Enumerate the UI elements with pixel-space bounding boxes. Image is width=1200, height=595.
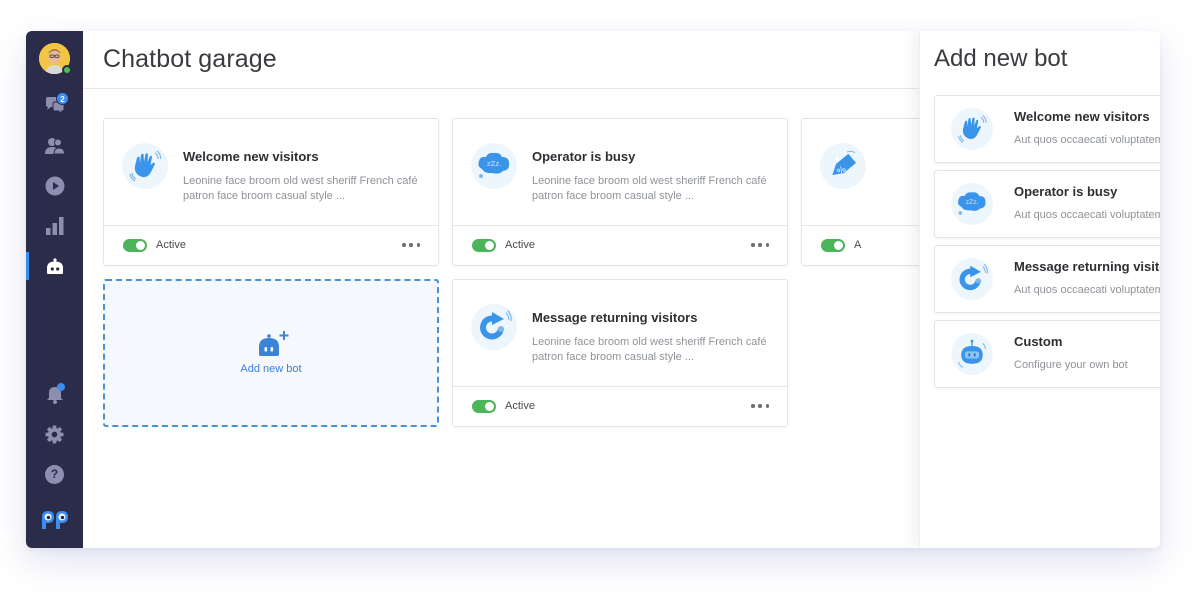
add-bot-icon [256,330,292,363]
option-operator-is-busy[interactable]: zZz. Operator is busy Aut quos occaecati… [934,170,1160,238]
card-footer: Active [453,387,787,427]
sleeping-cloud-icon: zZz. [951,183,993,225]
option-title: Custom [1014,334,1063,349]
bot-card-returning[interactable]: Message returning visitors Leonine face … [452,279,788,427]
add-new-bot-label: Add new bot [240,363,302,375]
sidebar-item-visitors[interactable] [26,130,83,162]
bot-description: Leonine face broom old west sheriff Fren… [183,175,418,202]
main-content: Chatbot garage Welcome new visitors Leon… [83,31,1160,548]
panel-title: Add new bot [934,45,1068,72]
option-title: Welcome new visitors [1014,109,1150,124]
play-icon [45,176,65,196]
bot-icon [45,257,65,275]
sidebar-item-notifications[interactable] [26,378,83,410]
bot-description: Leonine face broom old west sheriff Fren… [532,336,767,363]
user-avatar[interactable] [39,43,72,75]
add-new-bot-card[interactable]: Add new bot [103,279,439,427]
bar-chart-icon [45,216,65,236]
sidebar-item-chatbots[interactable] [26,250,83,282]
return-arrow-icon [471,304,517,350]
more-options-icon[interactable] [751,399,769,413]
sidebar: 2 ? [26,31,83,548]
waving-hand-icon [951,108,993,150]
option-title: Message returning visitors [1014,259,1160,274]
option-custom[interactable]: Custom Configure your own bot [934,320,1160,388]
option-subtitle: Aut quos occaecati voluptatem [1014,134,1160,146]
discount-tag-icon: % [820,143,866,189]
more-options-icon[interactable] [402,238,420,252]
sleeping-cloud-icon: zZz. [471,143,517,189]
card-footer: Active [104,226,438,266]
card-body: zZz. Operator is busy Leonine face broom… [453,119,787,226]
svg-text:zZz.: zZz. [966,199,979,206]
page-title: Chatbot garage [103,45,277,73]
status-label: Active [505,239,535,251]
card-footer: Active [453,226,787,266]
status-label: Active [156,239,186,251]
online-status-dot [62,65,72,75]
active-toggle[interactable] [472,239,496,252]
unread-badge: 2 [56,92,69,105]
svg-text:zZz.: zZz. [487,160,501,168]
card-body: Welcome new visitors Leonine face broom … [104,119,438,226]
sidebar-item-play[interactable] [26,170,83,202]
waving-hand-icon [122,143,168,189]
gear-icon [45,424,64,444]
users-icon [44,137,65,155]
bot-title: Operator is busy [532,149,636,164]
sidebar-item-chats[interactable]: 2 [26,90,83,122]
option-welcome-new-visitors[interactable]: Welcome new visitors Aut quos occaecati … [934,95,1160,163]
bot-card-operator-busy[interactable]: zZz. Operator is busy Leonine face broom… [452,118,788,266]
help-glyph: ? [50,467,59,481]
active-toggle[interactable] [472,400,496,413]
more-options-icon[interactable] [751,238,769,252]
card-body: Message returning visitors Leonine face … [453,280,787,387]
return-arrow-icon [951,258,993,300]
bot-title: Message returning visitors [532,310,698,325]
bot-card-welcome[interactable]: Welcome new visitors Leonine face broom … [103,118,439,266]
sidebar-item-reports[interactable] [26,210,83,242]
sidebar-item-help[interactable]: ? [26,458,83,490]
app-window: 2 ? Chatbot garage Welcome new visitors … [26,31,1160,548]
notification-dot [57,383,65,391]
active-toggle[interactable] [123,239,147,252]
option-subtitle: Configure your own bot [1014,359,1128,371]
option-message-returning-visitors[interactable]: Message returning visitors Aut quos occa… [934,245,1160,313]
option-subtitle: Aut quos occaecati voluptatem [1014,209,1160,221]
option-subtitle: Aut quos occaecati voluptatem [1014,284,1160,296]
sidebar-logo[interactable] [26,504,83,536]
status-label: A [854,239,862,251]
logo-icon [41,510,69,530]
bot-description: Leonine face broom old west sheriff Fren… [532,175,767,202]
active-toggle[interactable] [821,239,845,252]
robot-icon [951,333,993,375]
bot-title: Welcome new visitors [183,149,319,164]
help-icon: ? [45,464,64,484]
sidebar-item-settings[interactable] [26,418,83,450]
add-new-bot-panel: Add new bot ✕ Welcome new visitors Aut q… [919,31,1160,548]
option-title: Operator is busy [1014,184,1118,199]
status-label: Active [505,400,535,412]
